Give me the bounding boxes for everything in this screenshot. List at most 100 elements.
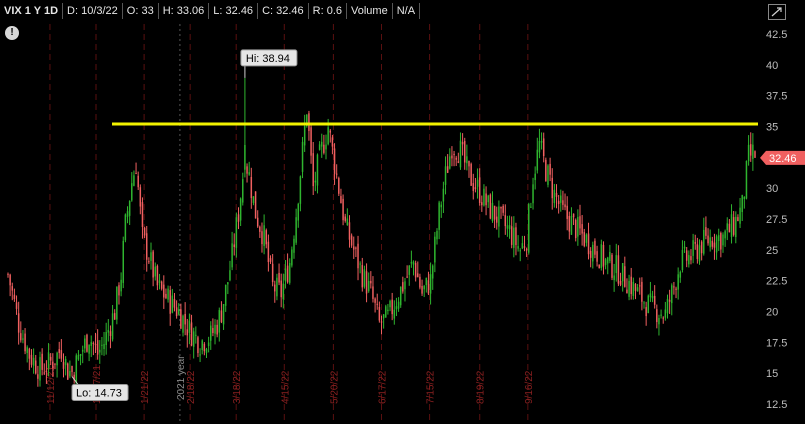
candle-body xyxy=(90,342,92,346)
price-chart[interactable]: 10/15/2111/12/2112/17/211/21/222/18/223/… xyxy=(0,0,805,424)
candle-body xyxy=(280,280,282,298)
candle-body xyxy=(308,113,310,132)
candle-body xyxy=(604,259,607,266)
volume-label: Volume xyxy=(347,3,393,19)
candle-body xyxy=(199,354,201,356)
exclamation-icon[interactable]: ! xyxy=(5,26,19,40)
symbol-label[interactable]: VIX 1 Y 1D xyxy=(0,3,64,19)
candle-body xyxy=(184,313,186,325)
candle-body xyxy=(361,265,364,288)
candle-body xyxy=(685,250,688,261)
candle-body xyxy=(101,344,103,346)
date-tick: 2/18/22 xyxy=(186,370,197,404)
candle-body xyxy=(333,148,336,174)
candle-body xyxy=(310,127,312,156)
candle-body xyxy=(634,283,637,291)
candle-body xyxy=(463,140,466,163)
open-value: O: 33 xyxy=(123,3,159,19)
candle-body xyxy=(602,244,605,267)
candle-body xyxy=(395,306,398,310)
year-label: 2021 year xyxy=(176,355,187,400)
low-value: L: 32.46 xyxy=(209,3,259,19)
date-value: D: 10/3/22 xyxy=(63,3,123,19)
candle-body xyxy=(436,230,438,240)
expand-icon[interactable] xyxy=(768,4,786,20)
candle-body xyxy=(577,216,579,237)
candle-body xyxy=(267,241,270,263)
candle-body xyxy=(749,144,752,156)
candle-body xyxy=(525,249,528,251)
candle-body xyxy=(376,303,378,305)
candle-body xyxy=(651,296,654,299)
candle-body xyxy=(67,363,69,380)
candle-body xyxy=(286,265,289,283)
candle-body xyxy=(470,163,472,186)
candle-body xyxy=(617,255,620,284)
candle-body xyxy=(385,306,387,318)
candle-body xyxy=(466,156,468,164)
candle-body xyxy=(611,254,613,278)
candle-body xyxy=(81,349,84,352)
candle-body xyxy=(86,334,88,352)
candle-body xyxy=(715,236,718,253)
candle-body xyxy=(521,243,524,249)
candle-body xyxy=(581,224,583,234)
candle-body xyxy=(109,331,112,336)
candle-body xyxy=(214,324,216,334)
candle-body xyxy=(165,293,167,299)
candle-body xyxy=(404,281,406,290)
price-tick: 25 xyxy=(766,245,778,257)
candle-body xyxy=(177,309,180,315)
candle-body xyxy=(506,225,509,229)
candle-body xyxy=(613,275,615,281)
candle-body xyxy=(45,370,48,372)
candle-body xyxy=(677,274,679,290)
candle-body xyxy=(666,298,669,314)
candle-body xyxy=(502,205,504,213)
candle-body xyxy=(338,178,340,194)
date-tick: 1/21/22 xyxy=(140,370,151,404)
candle-body xyxy=(557,200,560,205)
price-tick: 40 xyxy=(766,60,778,72)
candle-body xyxy=(28,348,31,359)
candle-body xyxy=(741,195,743,213)
candle-body xyxy=(747,144,750,162)
candle-body xyxy=(692,240,694,256)
candle-body xyxy=(34,360,37,374)
candle-body xyxy=(205,349,208,353)
candle-body xyxy=(632,281,635,296)
price-tick: 20 xyxy=(766,307,778,319)
candle-body xyxy=(152,251,154,278)
date-tick: 5/20/22 xyxy=(329,370,340,404)
candle-body xyxy=(675,288,677,290)
candle-body xyxy=(92,342,95,345)
candle-body xyxy=(639,285,641,287)
candle-body xyxy=(39,357,41,381)
candle-body xyxy=(47,352,50,369)
candle-body xyxy=(412,261,415,265)
candle-body xyxy=(568,215,571,232)
candle-body xyxy=(60,350,63,359)
candle-body xyxy=(265,230,267,245)
candle-body xyxy=(335,173,338,175)
candle-body xyxy=(468,160,470,167)
candle-body xyxy=(491,202,494,222)
candle-body xyxy=(711,240,714,247)
candle-body xyxy=(291,249,293,266)
candle-body xyxy=(587,233,590,255)
candle-body xyxy=(728,223,731,233)
candle-body xyxy=(348,222,351,240)
candle-body xyxy=(224,284,227,306)
candle-body xyxy=(664,309,667,318)
candle-body xyxy=(43,372,46,374)
candle-body xyxy=(210,325,212,341)
price-tick: 42.5 xyxy=(766,29,787,41)
candle-body xyxy=(163,284,165,298)
candle-body xyxy=(235,217,238,248)
candle-body xyxy=(572,213,575,218)
candle-body xyxy=(643,302,645,304)
candle-body xyxy=(481,202,483,206)
candle-body xyxy=(528,204,530,253)
candle-body xyxy=(717,235,720,241)
candle-body xyxy=(316,154,319,186)
